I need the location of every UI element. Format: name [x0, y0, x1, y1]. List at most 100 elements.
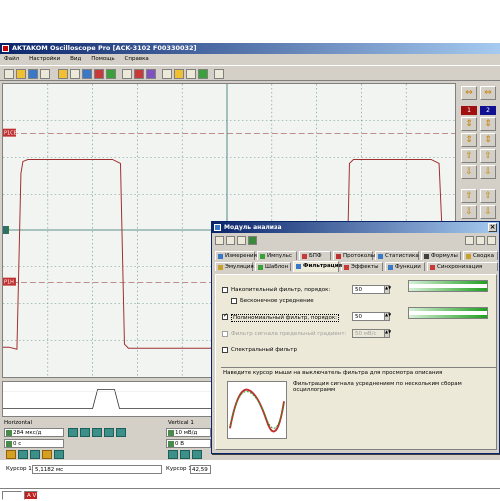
cursor-icon[interactable] — [122, 69, 132, 79]
menu-view[interactable]: Вид — [66, 54, 85, 64]
dialog-tool-6-icon[interactable] — [476, 236, 485, 245]
menu-settings[interactable]: Настройки — [25, 54, 64, 64]
h-right-icon[interactable] — [42, 450, 52, 459]
ch2-shrink-icon[interactable]: ⇕ — [480, 117, 496, 131]
v-btn-1[interactable] — [168, 450, 178, 459]
tab-sync[interactable]: Синхронизация — [427, 262, 498, 271]
tab-summary[interactable]: Сводка — [463, 251, 498, 260]
shrink-horizontal-icon[interactable]: ⇔ — [461, 86, 477, 100]
ch1-down-icon[interactable]: ⇩ — [461, 165, 477, 179]
menu-file[interactable]: Файл — [0, 54, 23, 64]
filter-icon[interactable] — [198, 69, 208, 79]
accumulation-label: Накопительный фильтр, порядок: — [231, 287, 331, 293]
trigger-up-icon[interactable]: ⇧ — [480, 189, 496, 203]
channel-2-button[interactable]: 2 — [480, 106, 496, 115]
accumulation-spinner[interactable]: ▲▼ — [384, 285, 391, 294]
tab-filtering[interactable]: Фильтрация — [293, 261, 342, 272]
horizontal-label: Horizontal — [4, 420, 33, 426]
level-up-icon[interactable]: ⇧ — [461, 189, 477, 203]
scale-icon — [168, 430, 174, 436]
dialog-tool-5-icon[interactable] — [465, 236, 474, 245]
level-down-icon[interactable]: ⇩ — [461, 205, 477, 219]
run-icon[interactable] — [82, 69, 92, 79]
accumulation-slider[interactable] — [408, 280, 488, 292]
save-icon[interactable] — [28, 69, 38, 79]
spectral-checkbox[interactable] — [222, 347, 228, 353]
timebase-field[interactable]: 284 мкс/д — [4, 428, 64, 437]
dialog-title: Модуль анализа — [224, 224, 282, 231]
zoom-icon[interactable] — [134, 69, 144, 79]
ch1-up-icon[interactable]: ⇧ — [461, 149, 477, 163]
h-center-icon[interactable] — [54, 450, 64, 459]
h-btn-5[interactable] — [116, 428, 126, 437]
close-icon[interactable]: × — [488, 223, 497, 232]
tab-pulse[interactable]: Импульс — [257, 251, 297, 260]
polynomial-spinner[interactable]: ▲▼ — [384, 312, 391, 321]
gradient-label: Фильтр сигнала предельный градиент: — [231, 331, 347, 337]
h-left-icon[interactable] — [30, 450, 40, 459]
dialog-tool-3-icon[interactable] — [237, 236, 246, 245]
single-icon[interactable] — [106, 69, 116, 79]
gradient-checkbox[interactable] — [222, 331, 228, 337]
v-cursor-field[interactable]: 42,59 — [190, 465, 211, 474]
v-scale-field[interactable]: 10 мВ/д — [166, 428, 211, 437]
ch2-expand-icon[interactable]: ⇕ — [480, 133, 496, 147]
dialog-tool-7-icon[interactable] — [487, 236, 496, 245]
print-icon[interactable] — [40, 69, 50, 79]
ch2-up-icon[interactable]: ⇧ — [480, 149, 496, 163]
tab-effects[interactable]: Эффекты — [341, 262, 383, 271]
menu-help[interactable]: Помощь — [87, 54, 118, 64]
stop-icon[interactable] — [94, 69, 104, 79]
ch2-down-icon[interactable]: ⇩ — [480, 165, 496, 179]
h-btn-1[interactable] — [68, 428, 78, 437]
filter-preview — [227, 381, 287, 439]
app-icon — [2, 45, 9, 52]
spectrum-icon[interactable] — [186, 69, 196, 79]
tab-protocols[interactable]: Протоколы — [333, 251, 375, 260]
effects-icon — [344, 265, 349, 270]
paste-icon[interactable] — [70, 69, 80, 79]
new-icon[interactable] — [4, 69, 14, 79]
gradient-spinner[interactable]: ▲▼ — [384, 329, 391, 338]
h-zoom-out-icon[interactable] — [6, 450, 16, 459]
measure-icon[interactable] — [146, 69, 156, 79]
dialog-title-bar: Модуль анализа × — [212, 222, 499, 233]
polynomial-checkbox[interactable] — [222, 312, 228, 320]
h-zoom-in-icon[interactable] — [18, 450, 28, 459]
trigger-down-icon[interactable]: ⇩ — [480, 205, 496, 219]
tab-formulas[interactable]: Формулы — [421, 251, 461, 260]
h-btn-2[interactable] — [80, 428, 90, 437]
tab-functions[interactable]: Функции — [385, 262, 425, 271]
infinite-averaging-checkbox[interactable] — [231, 298, 237, 304]
h-offset-field[interactable]: 0 с — [4, 439, 64, 448]
cursor-handles[interactable] — [3, 226, 8, 234]
accumulation-checkbox[interactable] — [222, 287, 228, 293]
help-icon[interactable] — [214, 69, 224, 79]
v-btn-2[interactable] — [180, 450, 190, 459]
h-cursor-field[interactable]: 5,1182 мс — [32, 465, 162, 474]
filtering-page: Накопительный фильтр, порядок: 50 ▲▼ Бес… — [215, 274, 497, 450]
polynomial-slider[interactable] — [408, 307, 488, 319]
channel-1-button[interactable]: 1 — [461, 106, 477, 115]
copy-icon[interactable] — [58, 69, 68, 79]
tab-fft[interactable]: БПФ — [299, 251, 331, 260]
dialog-tool-2-icon[interactable] — [226, 236, 235, 245]
v-offset-field[interactable]: 0 В — [166, 439, 211, 448]
menu-reference[interactable]: Справка — [121, 54, 153, 64]
tab-template[interactable]: Шаблон — [255, 262, 291, 271]
dialog-tool-4-icon[interactable] — [248, 236, 257, 245]
v-btn-3[interactable] — [192, 450, 202, 459]
open-icon[interactable] — [16, 69, 26, 79]
ch1-shrink-icon[interactable]: ⇕ — [461, 117, 477, 131]
tab-statistics[interactable]: Статистика — [375, 251, 419, 260]
h-btn-4[interactable] — [104, 428, 114, 437]
menu-bar: Файл Настройки Вид Помощь Справка — [0, 54, 500, 64]
ch1-expand-icon[interactable]: ⇕ — [461, 133, 477, 147]
table-icon[interactable] — [162, 69, 172, 79]
expand-horizontal-icon[interactable]: ⇔ — [480, 86, 496, 100]
tab-emulation[interactable]: Эмуляция — [215, 262, 254, 271]
dialog-tool-1-icon[interactable] — [215, 236, 224, 245]
tab-measurements[interactable]: Измерения — [215, 251, 257, 260]
h-btn-3[interactable] — [92, 428, 102, 437]
analysis-icon[interactable] — [174, 69, 184, 79]
